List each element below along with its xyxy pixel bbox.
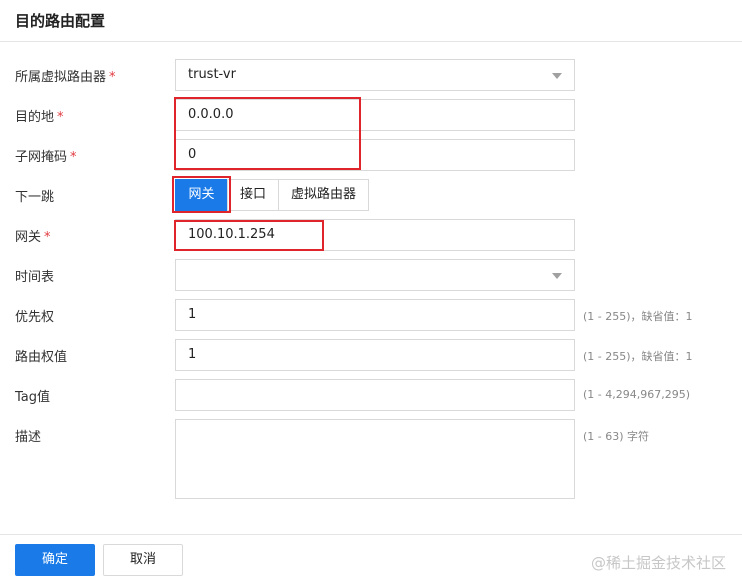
row-weight: 路由权值 1 (1 - 255)，缺省值：1 [0,339,742,371]
next-hop-option-interface[interactable]: 接口 [227,179,280,211]
weight-value: 1 [188,347,197,362]
priority-hint: (1 - 255)，缺省值：1 [583,310,693,323]
destination-label: 目的地 * [15,106,64,125]
watermark: @稀土掘金技术社区 [590,554,726,572]
gateway-value: 100.10.1.254 [188,227,275,242]
row-vrouter: 所属虚拟路由器 * trust-vr [0,59,742,91]
weight-input[interactable]: 1 [175,339,575,371]
description-hint: (1 - 63) 字符 [583,430,650,443]
dialog-title: 目的路由配置 [15,12,106,30]
row-next-hop: 下一跳 网关 接口 虚拟路由器 [0,179,742,211]
vrouter-label-text: 所属虚拟路由器 [15,70,107,85]
weight-label: 路由权值 [15,350,68,365]
tag-input[interactable] [175,379,575,411]
gateway-label: 网关 * [15,226,51,245]
mask-value: 0 [188,147,197,162]
row-gateway: 网关 * 100.10.1.254 [0,219,742,251]
schedule-label: 时间表 [15,270,55,285]
tag-hint: (1 - 4,294,967,295) [583,388,691,401]
priority-label: 优先权 [15,310,55,325]
next-hop-label: 下一跳 [15,190,55,205]
next-hop-segmented: 网关 接口 虚拟路由器 [175,179,370,211]
description-textarea[interactable] [175,419,575,499]
priority-value: 1 [188,307,197,322]
dialog-header: 目的路由配置 [0,0,742,42]
destination-label-text: 目的地 [15,110,55,125]
description-label: 描述 [15,430,42,445]
vrouter-select[interactable]: trust-vr [175,59,575,91]
priority-input[interactable]: 1 [175,299,575,331]
schedule-select[interactable] [175,259,575,291]
cancel-button[interactable]: 取消 [103,544,183,576]
row-tag: Tag值 (1 - 4,294,967,295) [0,379,742,411]
required-mark: * [70,150,77,165]
destination-value: 0.0.0.0 [188,107,234,122]
required-mark: * [109,70,116,85]
tag-label: Tag值 [15,390,51,405]
required-mark: * [57,110,64,125]
destination-input[interactable]: 0.0.0.0 [175,99,575,131]
next-hop-option-vrouter[interactable]: 虚拟路由器 [278,179,370,211]
dialog-footer: 确定 取消 @稀土掘金技术社区 [0,534,742,587]
confirm-button[interactable]: 确定 [15,544,95,576]
row-description: 描述 (1 - 63) 字符 [0,419,742,499]
mask-label: 子网掩码 * [15,146,77,165]
required-mark: * [44,230,51,245]
weight-hint: (1 - 255)，缺省值：1 [583,350,693,363]
gateway-label-text: 网关 [15,230,42,245]
mask-label-text: 子网掩码 [15,150,68,165]
mask-input[interactable]: 0 [175,139,575,171]
vrouter-value: trust-vr [188,67,236,82]
row-mask: 子网掩码 * 0 [0,139,742,171]
row-schedule: 时间表 [0,259,742,291]
next-hop-option-gateway[interactable]: 网关 [175,179,228,211]
gateway-input[interactable]: 100.10.1.254 [175,219,575,251]
row-priority: 优先权 1 (1 - 255)，缺省值：1 [0,299,742,331]
vrouter-label: 所属虚拟路由器 * [15,66,116,85]
row-destination: 目的地 * 0.0.0.0 [0,99,742,131]
